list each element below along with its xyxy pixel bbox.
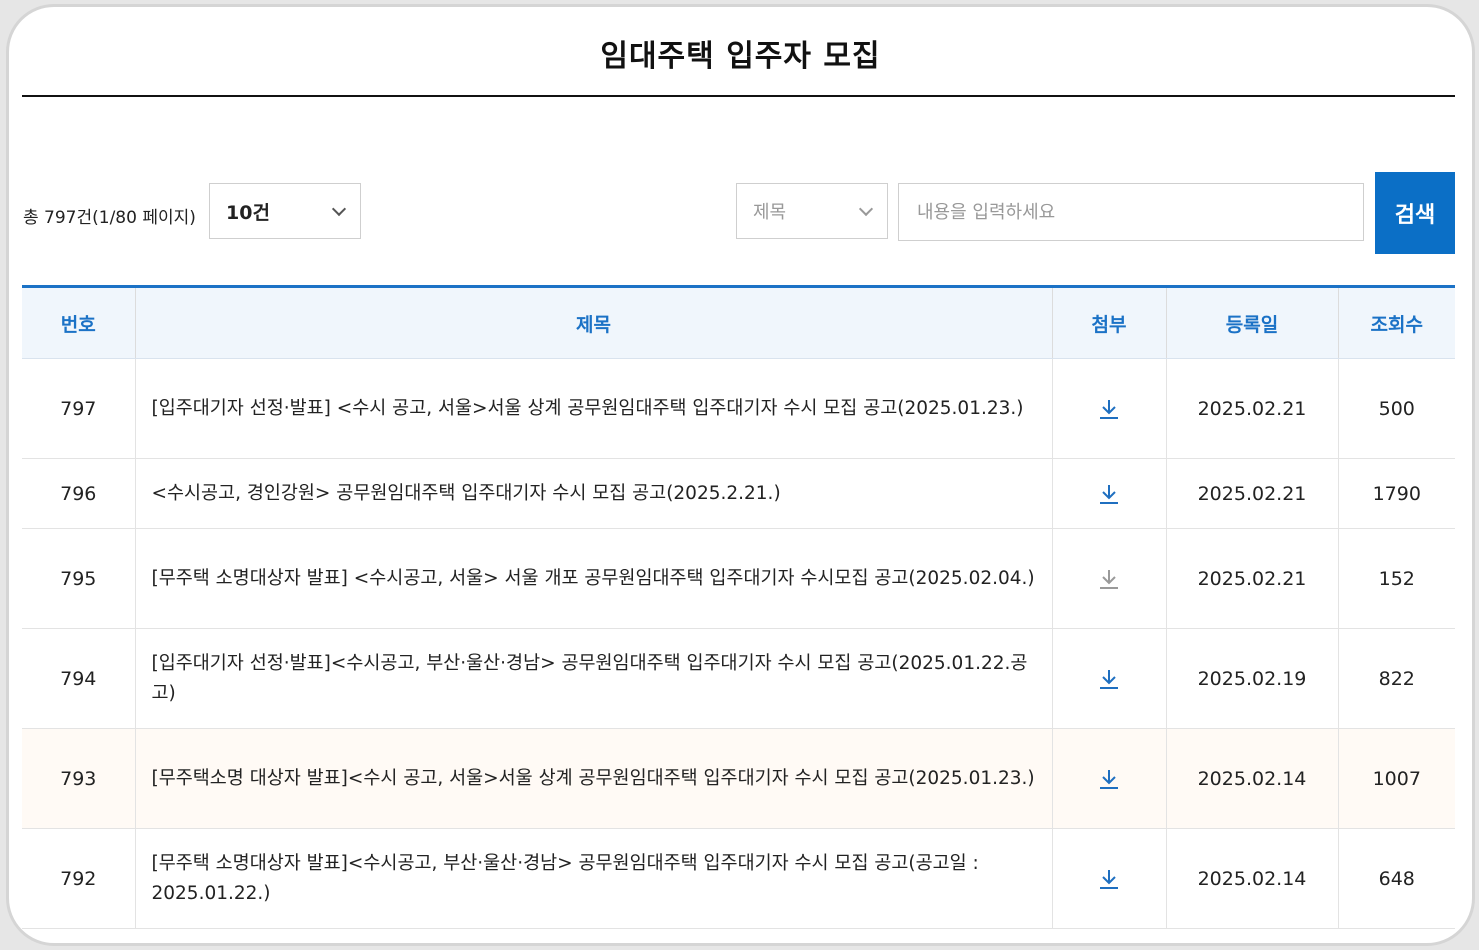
- attachment-cell: [1051, 628, 1166, 729]
- column-header-date: 등록일: [1165, 286, 1338, 359]
- row-views: 500: [1337, 358, 1455, 459]
- row-date: 2025.02.14: [1165, 728, 1338, 829]
- row-number: 794: [22, 628, 135, 729]
- column-header-attachment: 첨부: [1051, 286, 1166, 359]
- table-row[interactable]: 794 [입주대기자 선정·발표]<수시공고, 부산·울산·경남> 공무원임대주…: [22, 628, 1455, 729]
- row-views: 822: [1337, 628, 1455, 729]
- row-date: 2025.02.19: [1165, 628, 1338, 729]
- row-date: 2025.02.21: [1165, 358, 1338, 459]
- download-icon[interactable]: [1097, 767, 1121, 791]
- search-button[interactable]: 검색: [1375, 172, 1455, 254]
- table-header-row: 번호 제목 첨부 등록일 조회수: [22, 286, 1455, 359]
- row-number: 796: [22, 458, 135, 529]
- row-number: 797: [22, 358, 135, 459]
- column-header-views: 조회수: [1337, 286, 1455, 359]
- total-count-text: 총 797건(1/80 페이지): [23, 208, 196, 228]
- row-views: 152: [1337, 528, 1455, 629]
- search-input[interactable]: [898, 183, 1364, 241]
- notice-table: 번호 제목 첨부 등록일 조회수 797 [입주대기자 선정·발표] <수시 공…: [22, 285, 1455, 929]
- attachment-cell: [1051, 458, 1166, 529]
- page-title: 임대주택 입주자 모집: [600, 39, 881, 74]
- title-divider: [22, 95, 1455, 97]
- row-title-link[interactable]: [입주대기자 선정·발표]<수시공고, 부산·울산·경남> 공무원임대주택 입주…: [134, 628, 1052, 729]
- row-views: 648: [1337, 828, 1455, 929]
- search-field-value: 제목: [753, 202, 787, 223]
- row-number: 795: [22, 528, 135, 629]
- download-icon[interactable]: [1097, 567, 1121, 591]
- table-row[interactable]: 797 [입주대기자 선정·발표] <수시 공고, 서울>서울 상계 공무원임대…: [22, 358, 1455, 459]
- row-title-link[interactable]: [무주택소명 대상자 발표]<수시 공고, 서울>서울 상계 공무원임대주택 입…: [134, 728, 1052, 829]
- row-title-link[interactable]: [입주대기자 선정·발표] <수시 공고, 서울>서울 상계 공무원임대주택 입…: [134, 358, 1052, 459]
- download-icon[interactable]: [1097, 867, 1121, 891]
- row-title-link[interactable]: <수시공고, 경인강원> 공무원임대주택 입주대기자 수시 모집 공고(2025…: [134, 458, 1052, 529]
- column-header-title: 제목: [134, 286, 1052, 359]
- search-field-select[interactable]: 제목: [736, 183, 888, 239]
- table-row[interactable]: 795 [무주택 소명대상자 발표] <수시공고, 서울> 서울 개포 공무원임…: [22, 528, 1455, 629]
- row-views: 1007: [1337, 728, 1455, 829]
- row-title-link[interactable]: [무주택 소명대상자 발표]<수시공고, 부산·울산·경남> 공무원임대주택 입…: [134, 828, 1052, 929]
- attachment-cell: [1051, 828, 1166, 929]
- attachment-cell: [1051, 528, 1166, 629]
- attachment-cell: [1051, 728, 1166, 829]
- row-date: 2025.02.21: [1165, 528, 1338, 629]
- page-size-select[interactable]: 10건: [209, 183, 361, 239]
- download-icon[interactable]: [1097, 482, 1121, 506]
- column-header-number: 번호: [22, 286, 135, 359]
- page-frame: 임대주택 입주자 모집 총 797건(1/80 페이지) 10건 제목 검색 번…: [6, 4, 1475, 946]
- row-number: 793: [22, 728, 135, 829]
- table-row[interactable]: 792 [무주택 소명대상자 발표]<수시공고, 부산·울산·경남> 공무원임대…: [22, 828, 1455, 929]
- row-date: 2025.02.21: [1165, 458, 1338, 529]
- attachment-cell: [1051, 358, 1166, 459]
- chevron-down-icon: [331, 201, 347, 217]
- table-row[interactable]: 796 <수시공고, 경인강원> 공무원임대주택 입주대기자 수시 모집 공고(…: [22, 458, 1455, 529]
- page-size-value: 10건: [226, 201, 270, 224]
- download-icon[interactable]: [1097, 667, 1121, 691]
- row-number: 792: [22, 828, 135, 929]
- chevron-down-icon: [858, 201, 874, 217]
- row-title-link[interactable]: [무주택 소명대상자 발표] <수시공고, 서울> 서울 개포 공무원임대주택 …: [134, 528, 1052, 629]
- table-row[interactable]: 793 [무주택소명 대상자 발표]<수시 공고, 서울>서울 상계 공무원임대…: [22, 728, 1455, 829]
- download-icon[interactable]: [1097, 397, 1121, 421]
- row-views: 1790: [1337, 458, 1455, 529]
- row-date: 2025.02.14: [1165, 828, 1338, 929]
